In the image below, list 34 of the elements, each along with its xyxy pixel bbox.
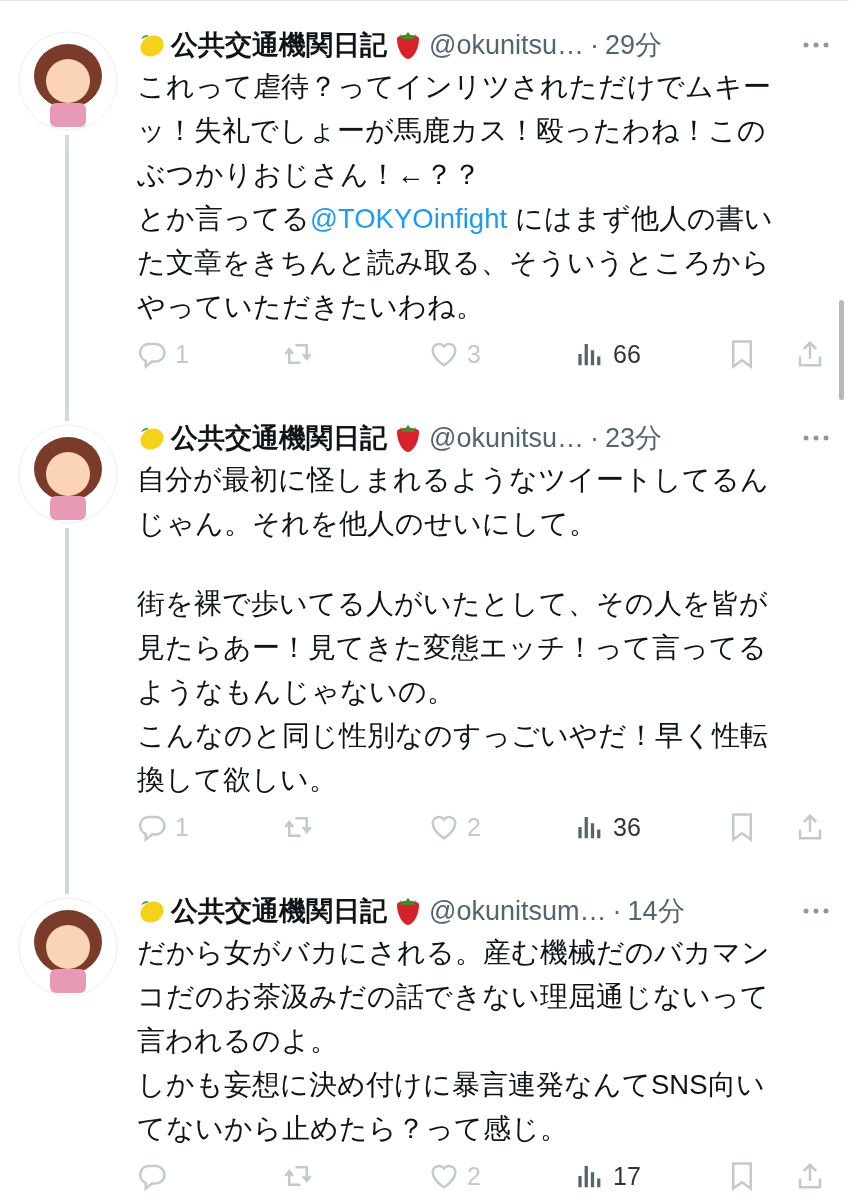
tweet-text: これって虐待？ってインリツされただけでムキーッ！失礼でしょーが馬鹿カス！殴ったわね！このぶつかりおじさん！←？？	[137, 70, 772, 192]
tweet-text: しかも妄想に決め付けに暴言連発なんてSNS向いてないから止めたら？って感じ。	[137, 1068, 766, 1146]
count-label: 2	[467, 812, 481, 842]
more-icon[interactable]	[803, 435, 829, 441]
display-name[interactable]: 公共交通機関日記	[171, 27, 387, 63]
user-handle[interactable]: @okunitsu…	[429, 422, 584, 454]
user-handle[interactable]: @okunitsu…	[429, 29, 584, 61]
separator-dot: ·	[590, 29, 599, 61]
count-label: 66	[613, 339, 641, 369]
count-label: 1	[175, 812, 189, 842]
separator-dot: ·	[590, 422, 599, 454]
count-label: 1	[175, 339, 189, 369]
count-label: 2	[467, 1161, 481, 1191]
tweet-text: とか言ってる@TOKYOinfight にはまず他人の書いた文章をきちんと読み取る、そういうところからやっていただきたいわね。	[137, 202, 774, 324]
display-name[interactable]: 公共交通機関日記	[171, 893, 387, 929]
count-label: 36	[613, 812, 641, 842]
tweet-text: だから女がバカにされる。産む機械だのバカマンコだのお茶汲みだの話できない理屈通じないって言われるのよ。	[137, 936, 771, 1058]
tweet-text: こんなのと同じ性別なのすっごいやだ！早く性転換して欲しい。	[137, 719, 769, 797]
scrollbar[interactable]	[839, 300, 844, 400]
avatar-icon[interactable]	[18, 424, 118, 524]
count-label: 17	[613, 1161, 641, 1191]
more-icon[interactable]	[803, 42, 829, 48]
tweet-text: 自分が最初に怪しまれるようなツイートしてるんじゃん。それを他人のせいにして。	[137, 463, 770, 541]
tweet-text: 街を裸で歩いてる人がいたとして、その人を皆が見たらあー！見てきた変態エッチ！って言ってるようなもんじゃないの。	[137, 587, 769, 709]
timestamp: 29分	[605, 29, 663, 62]
avatar-icon[interactable]	[18, 31, 118, 131]
display-name[interactable]: 公共交通機関日記	[171, 420, 387, 456]
user-handle[interactable]: @okunitsum…	[429, 895, 607, 927]
avatar-icon[interactable]	[18, 897, 118, 997]
timestamp: 14分	[627, 895, 685, 928]
separator-dot: ·	[612, 895, 622, 927]
more-icon[interactable]	[803, 908, 829, 914]
timestamp: 23分	[605, 422, 663, 455]
count-label: 3	[467, 339, 481, 369]
